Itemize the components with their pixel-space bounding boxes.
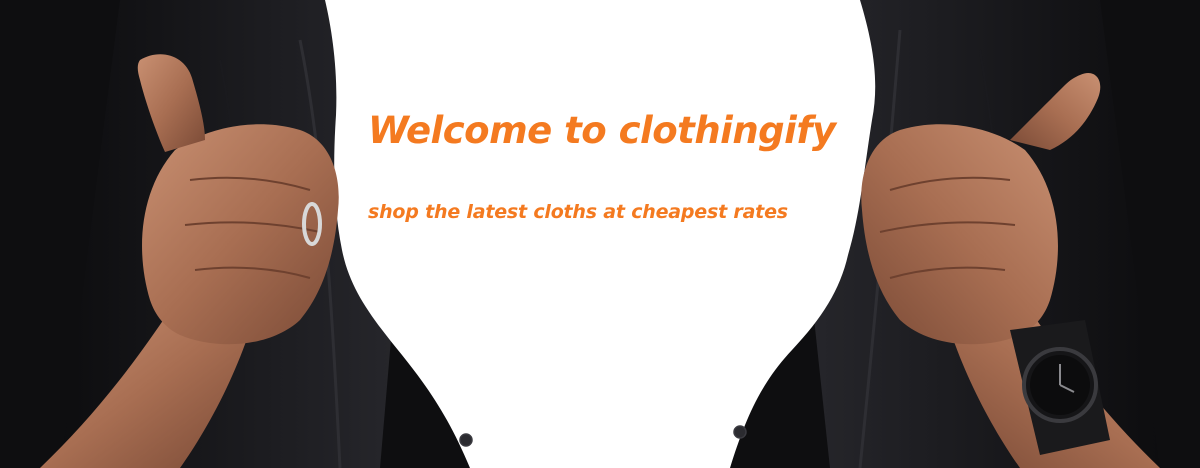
hero-headline: Welcome to clothingify [368, 109, 836, 152]
hero-image [0, 0, 1200, 468]
hero-banner: Welcome to clothingify shop the latest c… [0, 0, 1200, 468]
hero-tagline: shop the latest cloths at cheapest rates [368, 201, 788, 223]
shirt-button-icon [459, 433, 473, 447]
shirt-button-icon [733, 425, 747, 439]
